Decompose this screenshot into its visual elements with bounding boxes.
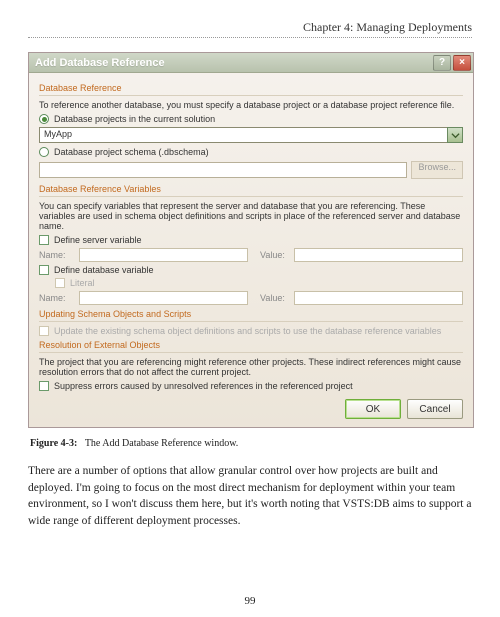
dbschema-path-input[interactable] <box>39 162 407 178</box>
checkbox-literal-label: Literal <box>70 278 95 288</box>
radio-dbschema-label: Database project schema (.dbschema) <box>54 147 209 157</box>
server-name-label: Name: <box>39 250 73 260</box>
db-value-label: Value: <box>254 293 288 303</box>
close-button[interactable]: × <box>453 55 471 71</box>
checkbox-update-schema <box>39 326 49 336</box>
help-button[interactable]: ? <box>433 55 451 71</box>
server-value-input[interactable] <box>294 248 463 262</box>
browse-button[interactable]: Browse... <box>411 161 463 179</box>
section-resolution: Resolution of External Objects <box>39 340 463 350</box>
radio-projects-in-solution[interactable] <box>39 114 49 124</box>
chapter-title: Chapter 4: Managing Deployments <box>28 20 472 35</box>
db-name-input[interactable] <box>79 291 248 305</box>
variables-desc: You can specify variables that represent… <box>39 201 463 231</box>
project-combo[interactable]: MyApp <box>39 127 463 143</box>
server-value-label: Value: <box>254 250 288 260</box>
page-number: 99 <box>0 595 500 607</box>
dialog-titlebar: Add Database Reference ? × <box>29 53 473 73</box>
db-name-label: Name: <box>39 293 73 303</box>
cancel-button[interactable]: Cancel <box>407 399 463 419</box>
db-value-input[interactable] <box>294 291 463 305</box>
ok-button[interactable]: OK <box>345 399 401 419</box>
dialog-title: Add Database Reference <box>35 57 165 69</box>
checkbox-literal <box>55 278 65 288</box>
section-database-reference: Database Reference <box>39 83 463 93</box>
server-name-input[interactable] <box>79 248 248 262</box>
divider <box>39 352 463 353</box>
radio-projects-in-solution-label: Database projects in the current solutio… <box>54 114 215 124</box>
body-paragraph: There are a number of options that allow… <box>28 463 472 530</box>
checkbox-define-database-variable-label: Define database variable <box>54 265 154 275</box>
figure-caption: Figure 4-3: The Add Database Reference w… <box>30 438 472 449</box>
dbref-instruction: To reference another database, you must … <box>39 100 463 110</box>
divider <box>39 95 463 96</box>
radio-dbschema[interactable] <box>39 147 49 157</box>
checkbox-suppress-errors[interactable] <box>39 381 49 391</box>
checkbox-update-schema-label: Update the existing schema object defini… <box>54 326 441 336</box>
divider <box>39 196 463 197</box>
figure-caption-text: The Add Database Reference window. <box>85 438 238 449</box>
section-variables: Database Reference Variables <box>39 184 463 194</box>
checkbox-define-database-variable[interactable] <box>39 265 49 275</box>
add-database-reference-dialog: Add Database Reference ? × Database Refe… <box>28 52 474 428</box>
figure-label: Figure 4-3: <box>30 438 77 449</box>
divider <box>28 37 472 38</box>
section-updating: Updating Schema Objects and Scripts <box>39 309 463 319</box>
chevron-down-icon[interactable] <box>447 127 463 143</box>
resolution-desc: The project that you are referencing mig… <box>39 357 463 377</box>
divider <box>39 321 463 322</box>
project-combo-value: MyApp <box>39 127 447 143</box>
checkbox-suppress-errors-label: Suppress errors caused by unresolved ref… <box>54 381 353 391</box>
checkbox-define-server-variable-label: Define server variable <box>54 235 142 245</box>
checkbox-define-server-variable[interactable] <box>39 235 49 245</box>
